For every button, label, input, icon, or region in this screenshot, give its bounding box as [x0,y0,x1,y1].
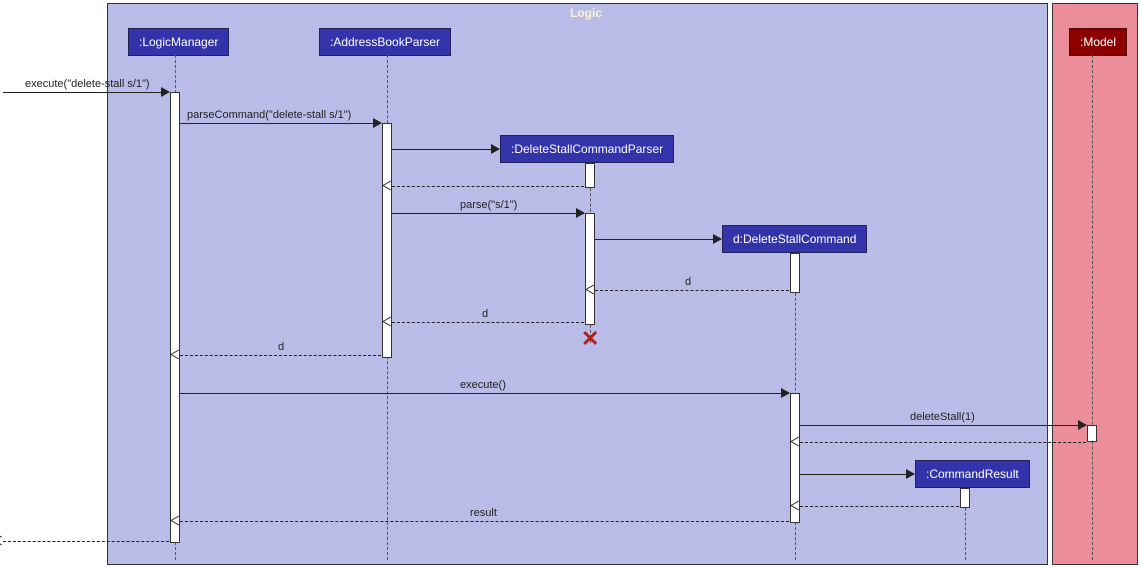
msg-label-d2: d [482,308,488,320]
msg-parse-command [180,123,380,124]
participant-logic-manager: :LogicManager [128,28,229,56]
msg-return-create-parser [392,186,584,187]
msg-execute-in [3,92,168,93]
arrowhead-icon [1078,420,1087,430]
msg-label-execute-call: execute() [460,379,506,391]
participant-label: d:DeleteStallCommand [733,232,856,246]
msg-label-delete-stall: deleteStall(1) [910,411,975,423]
participant-label: :LogicManager [139,35,218,49]
msg-label-parse-command: parseCommand("delete-stall s/1") [187,109,351,121]
msg-return-model [800,442,1086,443]
destroy-icon: ✕ [581,328,599,350]
participant-label: :Model [1080,35,1116,49]
msg-label-execute-in: execute("delete-stall s/1") [25,78,150,90]
msg-label-d1: d [685,276,691,288]
participant-delete-stall-command-parser: :DeleteStallCommandParser [500,135,674,163]
participant-delete-stall-command: d:DeleteStallCommand [722,225,867,253]
msg-label-result: result [470,507,497,519]
msg-return-external [3,541,169,542]
arrowhead-icon [781,388,790,398]
msg-create-result [800,474,914,475]
participant-model: :Model [1069,28,1127,56]
msg-return-d2 [392,322,584,323]
logic-frame [107,3,1048,565]
arrowhead-icon [491,144,500,154]
activation-model [1087,425,1097,442]
lifeline-model [1092,55,1093,560]
msg-return-command-result [800,506,959,507]
participant-address-book-parser: :AddressBookParser [319,28,451,56]
participant-label: :AddressBookParser [330,35,440,49]
activation-delete-stall-command-1 [790,253,800,293]
msg-create-parser [392,149,499,150]
msg-return-d3 [180,355,381,356]
msg-label-d3: d [278,341,284,353]
participant-command-result: :CommandResult [915,460,1030,488]
arrowhead-icon [576,208,585,218]
arrowhead-icon [713,234,722,244]
msg-delete-stall [800,425,1086,426]
msg-parse [392,213,584,214]
arrowhead-icon [161,87,170,97]
model-frame [1052,3,1138,565]
activation-delete-stall-command-parser-2 [585,213,595,325]
activation-logic-manager [170,92,180,543]
activation-delete-stall-command-parser-1 [585,163,595,188]
logic-frame-label: Logic [570,6,602,20]
activation-command-result [960,488,970,508]
participant-label: :DeleteStallCommandParser [511,142,663,156]
msg-return-d1 [595,290,789,291]
msg-create-command [595,239,721,240]
msg-execute-call [180,393,789,394]
msg-return-result [180,521,789,522]
arrowhead-icon [373,118,382,128]
participant-label: :CommandResult [926,467,1019,481]
msg-label-parse: parse("s/1") [460,199,517,211]
arrowhead-icon [906,469,915,479]
